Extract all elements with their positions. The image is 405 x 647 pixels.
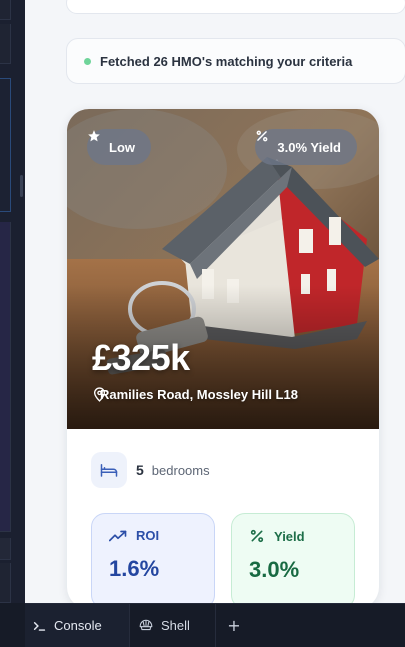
property-card[interactable]: Low 3.0% Yield £325k Ramilies Road, Moss… bbox=[67, 109, 379, 603]
bed-icon bbox=[91, 452, 127, 488]
bedrooms-row: 5 bedrooms bbox=[91, 452, 210, 488]
trending-up-icon bbox=[109, 530, 127, 542]
status-message: Fetched 26 HMO's matching your criteria bbox=[100, 53, 353, 69]
bedrooms-label: bedrooms bbox=[151, 462, 210, 478]
percent-icon bbox=[249, 528, 265, 544]
terminal-tab-bar: Console Shell + bbox=[25, 603, 405, 647]
risk-badge: Low bbox=[87, 129, 151, 165]
add-tab-button[interactable]: + bbox=[216, 604, 252, 647]
ide-panel-segment[interactable] bbox=[0, 222, 11, 532]
property-address: Ramilies Road, Mossley Hill L18 bbox=[93, 387, 298, 402]
roi-label: ROI bbox=[136, 528, 160, 543]
yield-value: 3.0% bbox=[249, 557, 300, 582]
roi-value: 1.6% bbox=[109, 556, 160, 581]
property-price: £325k bbox=[92, 337, 190, 378]
bedrooms-count: 5 bbox=[136, 462, 144, 478]
property-address-text: Ramilies Road, Mossley Hill L18 bbox=[100, 387, 298, 402]
filter-card bbox=[66, 0, 405, 14]
ide-panel-segment[interactable] bbox=[0, 78, 11, 212]
ide-panel-segment[interactable] bbox=[0, 0, 11, 20]
ide-sidebar-strip bbox=[0, 0, 25, 603]
property-photo: Low 3.0% Yield £325k Ramilies Road, Moss… bbox=[67, 109, 379, 429]
status-dot-icon bbox=[84, 57, 91, 65]
tab-shell-label: Shell bbox=[161, 618, 190, 633]
ide-panel-segment[interactable] bbox=[0, 563, 11, 603]
tab-console[interactable]: Console bbox=[25, 604, 130, 647]
ide-panel-segment[interactable] bbox=[0, 24, 11, 64]
shell-icon bbox=[139, 619, 153, 632]
terminal-prompt-icon bbox=[33, 620, 46, 632]
roi-stat-card: ROI 1.6% bbox=[91, 513, 215, 603]
tab-shell[interactable]: Shell bbox=[130, 604, 216, 647]
yield-badge: 3.0% Yield bbox=[255, 129, 357, 165]
resize-handle[interactable] bbox=[20, 175, 23, 197]
yield-label: Yield bbox=[274, 528, 305, 544]
yield-stat-card: Yield 3.0% bbox=[231, 513, 355, 603]
tab-console-label: Console bbox=[54, 618, 102, 633]
status-banner: Fetched 26 HMO's matching your criteria bbox=[66, 38, 405, 84]
app-preview-panel: Fetched 26 HMO's matching your criteria bbox=[25, 0, 405, 603]
risk-badge-label: Low bbox=[109, 139, 135, 155]
ide-panel-segment[interactable] bbox=[0, 538, 11, 560]
yield-badge-label: 3.0% Yield bbox=[277, 139, 341, 155]
